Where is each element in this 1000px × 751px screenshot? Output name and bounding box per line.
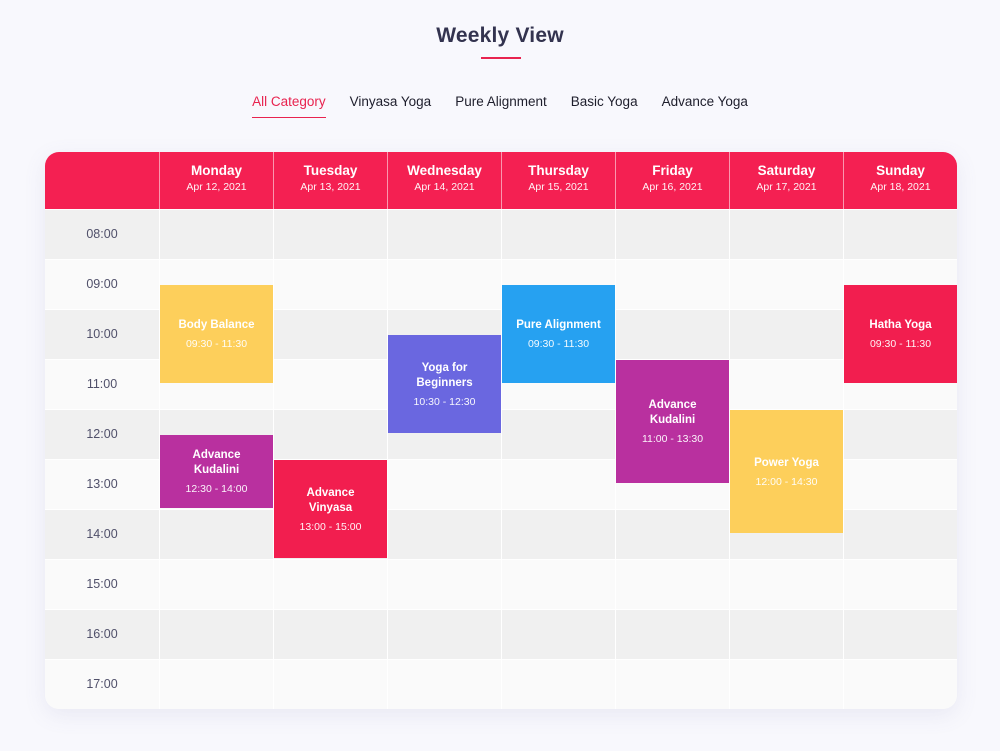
event-time: 13:00 - 15:00 bbox=[299, 520, 362, 533]
event-time: 12:30 - 14:00 bbox=[185, 483, 248, 495]
time-label: 09:00 bbox=[86, 277, 118, 291]
day-header-saturday: Saturday Apr 17, 2021 bbox=[729, 152, 843, 209]
day-name: Tuesday bbox=[303, 163, 358, 178]
time-label: 08:00 bbox=[86, 227, 118, 241]
day-header-wednesday: Wednesday Apr 14, 2021 bbox=[387, 152, 501, 209]
day-header-tuesday: Tuesday Apr 13, 2021 bbox=[273, 152, 387, 209]
event-time: 12:00 - 14:30 bbox=[755, 475, 818, 488]
tab-basic-yoga[interactable]: Basic Yoga bbox=[571, 94, 638, 118]
event-block[interactable]: Advance Kudalini 12:30 - 14:00 bbox=[160, 435, 273, 508]
tab-all-category[interactable]: All Category bbox=[252, 94, 326, 118]
event-name: Advance Kudalini bbox=[648, 399, 697, 426]
day-name: Friday bbox=[652, 163, 693, 178]
time-label: 14:00 bbox=[86, 527, 118, 541]
tab-vinyasa-yoga[interactable]: Vinyasa Yoga bbox=[350, 94, 432, 118]
page-title: Weekly View bbox=[436, 24, 564, 47]
event-name: Advance Kudalini bbox=[192, 449, 241, 476]
day-header-monday: Monday Apr 12, 2021 bbox=[159, 152, 273, 209]
day-name: Saturday bbox=[757, 163, 816, 178]
schedule-header: Monday Apr 12, 2021 Tuesday Apr 13, 2021 Wed… bbox=[45, 152, 957, 209]
day-date: Apr 12, 2021 bbox=[186, 181, 247, 193]
time-label: 11:00 bbox=[86, 377, 118, 391]
event-block[interactable]: Body Balance 09:30 - 11:30 bbox=[160, 285, 273, 383]
event-name: Pure Alignment bbox=[516, 319, 601, 331]
event-block[interactable]: Power Yoga 12:00 - 14:30 bbox=[730, 410, 843, 533]
time-label: 10:00 bbox=[86, 327, 118, 341]
weekly-schedule: Monday Apr 12, 2021 Tuesday Apr 13, 2021 Wed… bbox=[45, 152, 957, 709]
day-header-sunday: Sunday Apr 18, 2021 bbox=[843, 152, 957, 209]
time-label: 12:00 bbox=[86, 427, 118, 441]
day-date: Apr 16, 2021 bbox=[642, 181, 703, 193]
event-block[interactable]: Hatha Yoga 09:30 - 11:30 bbox=[844, 285, 957, 383]
day-name: Monday bbox=[190, 163, 242, 178]
event-name: Yoga for Beginners bbox=[416, 361, 473, 389]
event-time: 11:00 - 13:30 bbox=[641, 433, 704, 445]
event-block[interactable]: Pure Alignment 09:30 - 11:30 bbox=[502, 285, 615, 383]
column-divider bbox=[387, 209, 388, 709]
day-date: Apr 13, 2021 bbox=[300, 181, 361, 193]
event-block[interactable]: Yoga for Beginners 10:30 - 12:30 bbox=[388, 335, 501, 433]
day-date: Apr 18, 2021 bbox=[870, 181, 931, 193]
event-time: 10:30 - 12:30 bbox=[413, 395, 476, 408]
day-name: Sunday bbox=[876, 163, 925, 178]
tab-pure-alignment[interactable]: Pure Alignment bbox=[455, 94, 547, 118]
column-divider bbox=[273, 209, 274, 709]
category-tabs: All Category Vinyasa Yoga Pure Alignment Ba… bbox=[0, 94, 1000, 118]
day-header-thursday: Thursday Apr 15, 2021 bbox=[501, 152, 615, 209]
event-time: 09:30 - 11:30 bbox=[869, 338, 932, 350]
header-corner bbox=[45, 152, 159, 209]
event-name: Hatha Yoga bbox=[869, 319, 932, 331]
title-underline bbox=[481, 57, 521, 59]
event-block[interactable]: Advance Vinyasa 13:00 - 15:00 bbox=[274, 460, 387, 558]
event-name: Advance Vinyasa bbox=[306, 486, 355, 514]
column-divider bbox=[843, 209, 844, 709]
time-label: 15:00 bbox=[86, 577, 118, 591]
time-label: 17:00 bbox=[86, 677, 118, 691]
event-name: Power Yoga bbox=[754, 456, 819, 469]
event-block[interactable]: Advance Kudalini 11:00 - 13:30 bbox=[616, 360, 729, 483]
day-date: Apr 17, 2021 bbox=[756, 181, 817, 193]
day-date: Apr 14, 2021 bbox=[414, 181, 475, 193]
column-divider bbox=[501, 209, 502, 709]
event-time: 09:30 - 11:30 bbox=[185, 338, 248, 350]
event-name: Body Balance bbox=[178, 319, 255, 331]
day-header-friday: Friday Apr 16, 2021 bbox=[615, 152, 729, 209]
tab-advance-yoga[interactable]: Advance Yoga bbox=[662, 94, 748, 118]
day-date: Apr 15, 2021 bbox=[528, 181, 589, 193]
day-name: Wednesday bbox=[407, 163, 482, 178]
event-time: 09:30 - 11:30 bbox=[527, 338, 590, 350]
day-name: Thursday bbox=[528, 163, 589, 178]
time-label: 16:00 bbox=[86, 627, 118, 641]
time-label: 13:00 bbox=[86, 477, 118, 491]
